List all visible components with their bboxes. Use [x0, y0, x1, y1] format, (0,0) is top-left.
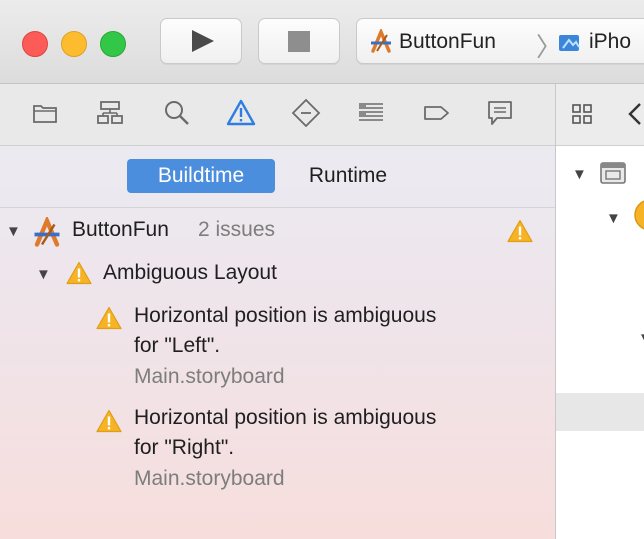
comment-icon[interactable]: [485, 98, 515, 128]
window-toolbar: ButtonFun 〉 iPho: [0, 0, 644, 84]
play-icon: [192, 30, 214, 52]
tag-icon[interactable]: [421, 98, 451, 128]
run-button[interactable]: [160, 18, 242, 64]
issue-message[interactable]: Horizontal position is ambiguous: [134, 406, 436, 430]
jump-bar: [556, 84, 644, 146]
project-name: ButtonFun: [72, 218, 169, 241]
scheme-device-name: iPho: [589, 30, 632, 53]
issue-message-cont[interactable]: for "Right".: [134, 436, 234, 460]
chevron-left-icon[interactable]: [626, 101, 644, 127]
close-window-button[interactable]: [22, 31, 48, 57]
warning-icon: [66, 261, 92, 285]
runtime-tab[interactable]: Runtime: [287, 159, 409, 193]
search-icon[interactable]: [162, 98, 192, 128]
scheme-project-name: ButtonFun: [399, 30, 496, 53]
issue-message-cont[interactable]: for "Left".: [134, 334, 220, 358]
buildtime-tab[interactable]: Buildtime: [127, 159, 275, 193]
xcode-app-icon: [369, 30, 393, 53]
stop-button[interactable]: [258, 18, 340, 64]
xcode-project-icon: [30, 217, 64, 247]
disclosure-triangle-icon[interactable]: ▼: [36, 266, 51, 283]
editor-area: ▼ ▼ ▼: [556, 84, 644, 539]
warning-icon[interactable]: [226, 98, 256, 128]
issue-navigator: Buildtime Runtime ▼ ButtonFun 2 issues ▼…: [0, 146, 555, 539]
divider: [0, 207, 555, 208]
disclosure-triangle-icon[interactable]: ▼: [638, 330, 644, 347]
issue-count: 2 issues: [198, 218, 276, 241]
stop-icon: [288, 31, 310, 52]
issue-file: Main.storyboard: [134, 365, 285, 388]
warning-icon: [96, 409, 122, 433]
issue-file: Main.storyboard: [134, 467, 285, 490]
scene-icon: [600, 162, 626, 184]
disclosure-triangle-icon[interactable]: ▼: [6, 223, 21, 240]
diamond-icon[interactable]: [291, 98, 321, 128]
selected-row[interactable]: [556, 393, 644, 431]
scheme-selector[interactable]: ButtonFun 〉 iPho: [356, 18, 644, 64]
hierarchy-icon[interactable]: [95, 98, 125, 128]
warning-icon: [96, 306, 122, 330]
view-controller-icon: [634, 200, 644, 230]
storyboard-icon: [559, 35, 580, 51]
navigator-selector-bar: [0, 84, 555, 146]
list-icon[interactable]: [356, 98, 386, 128]
related-items-icon[interactable]: [570, 102, 594, 126]
disclosure-triangle-icon[interactable]: ▼: [572, 166, 587, 183]
warning-icon: [507, 219, 533, 243]
zoom-window-button[interactable]: [100, 31, 126, 57]
issue-message[interactable]: Horizontal position is ambiguous: [134, 304, 436, 328]
issue-group-title[interactable]: Ambiguous Layout: [103, 261, 277, 285]
minimize-window-button[interactable]: [61, 31, 87, 57]
disclosure-triangle-icon[interactable]: ▼: [606, 210, 621, 227]
folder-icon[interactable]: [30, 98, 60, 128]
